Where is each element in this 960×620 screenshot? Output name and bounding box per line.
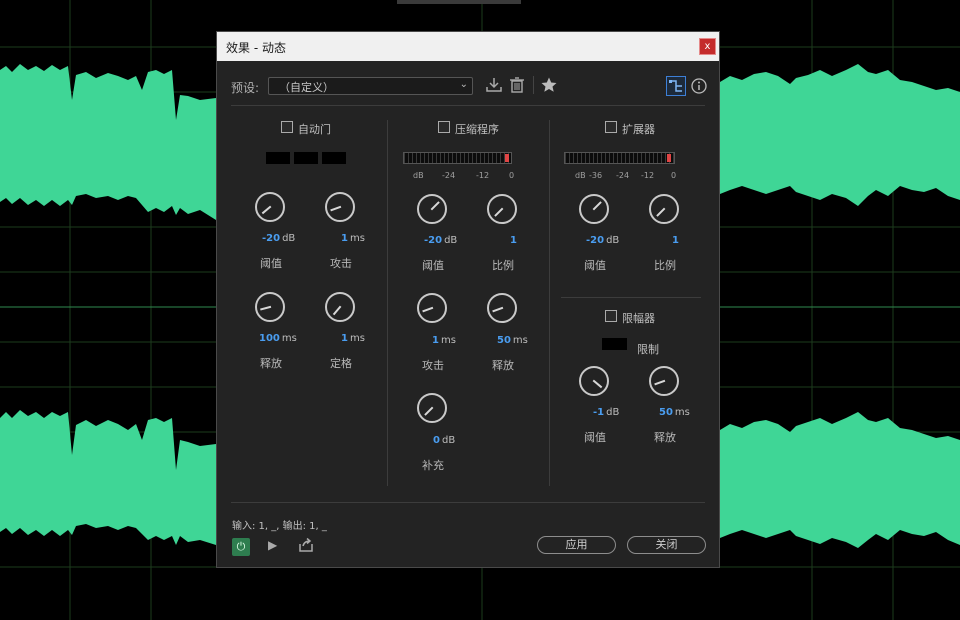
top-bar-stub (397, 0, 521, 4)
expander-level-meter (564, 152, 675, 164)
compressor-label: 压缩程序 (455, 123, 499, 136)
limiter-label: 限幅器 (622, 312, 655, 325)
compressor-attack-label: 攻击 (422, 359, 444, 372)
dialog-title: 效果 - 动态 (226, 41, 286, 55)
divider (549, 120, 550, 486)
autogate-attack-knob[interactable] (325, 192, 355, 222)
limiter-checkbox[interactable] (605, 310, 617, 322)
compressor-checkbox[interactable] (438, 121, 450, 133)
autogate-label: 自动门 (298, 123, 331, 136)
star-icon[interactable] (540, 76, 558, 94)
compressor-threshold-knob[interactable] (417, 194, 447, 224)
limiter-threshold-value[interactable]: -1 dB (593, 407, 619, 418)
apply-button[interactable]: 应用 (537, 536, 616, 554)
meter-scale-label: -24 (442, 171, 456, 180)
autogate-attack-value[interactable]: 1 ms (341, 233, 365, 244)
limiter-release-label: 释放 (654, 431, 676, 444)
preset-select[interactable]: （自定义） ⌄ (268, 77, 473, 95)
expander-ratio-knob[interactable] (649, 194, 679, 224)
compressor-makeup-knob[interactable] (417, 393, 447, 423)
play-icon[interactable]: ▶ (268, 538, 277, 552)
autogate-attack-label: 攻击 (330, 257, 352, 270)
expander-threshold-value[interactable]: -20 dB (586, 235, 619, 246)
limit-label: 限制 (637, 343, 659, 356)
meter-scale-label: dB (575, 171, 586, 180)
close-button[interactable]: 关闭 (627, 536, 706, 554)
effects-dynamics-dialog: 效果 - 动态 x 预设: （自定义） ⌄ 自动门 -20 dB 阈值 1 ms… (216, 31, 720, 568)
save-preset-icon[interactable] (485, 76, 503, 94)
meter-scale-label: -36 (589, 171, 603, 180)
compressor-ratio-value[interactable]: 1 (510, 235, 519, 246)
autogate-release-knob[interactable] (255, 292, 285, 322)
autogate-indicator (266, 152, 290, 164)
autogate-checkbox[interactable] (281, 121, 293, 133)
meter-scale-label: -24 (616, 171, 630, 180)
divider (231, 502, 705, 503)
autogate-threshold-knob[interactable] (255, 192, 285, 222)
expander-threshold-knob[interactable] (579, 194, 609, 224)
autogate-indicator (294, 152, 318, 164)
autogate-threshold-value[interactable]: -20 dB (262, 233, 295, 244)
autogate-hold-label: 定格 (330, 357, 352, 370)
limiter-release-knob[interactable] (649, 366, 679, 396)
expander-threshold-label: 阈值 (584, 259, 606, 272)
title-bar[interactable]: 效果 - 动态 x (217, 32, 719, 61)
preset-value: （自定义） (279, 81, 334, 94)
expander-ratio-value[interactable]: 1 (672, 235, 681, 246)
info-icon[interactable] (690, 77, 708, 95)
chevron-down-icon: ⌄ (459, 79, 468, 90)
meter-scale-label: -12 (476, 171, 490, 180)
autogate-hold-knob[interactable] (325, 292, 355, 322)
autogate-indicator (322, 152, 346, 164)
divider (561, 297, 701, 298)
limiter-release-value[interactable]: 50 ms (659, 407, 690, 418)
compressor-ratio-knob[interactable] (487, 194, 517, 224)
meter-scale-label: dB (413, 171, 424, 180)
meter-scale-label: 0 (509, 171, 515, 180)
delete-preset-icon[interactable] (508, 76, 526, 94)
power-icon[interactable]: ⏻ (232, 538, 250, 556)
meter-scale-label: 0 (671, 171, 677, 180)
autogate-hold-value[interactable]: 1 ms (341, 333, 365, 344)
routing-icon[interactable] (666, 76, 686, 96)
compressor-makeup-value[interactable]: 0 dB (433, 435, 455, 446)
close-icon[interactable]: x (699, 38, 716, 55)
limiter-threshold-label: 阈值 (584, 431, 606, 444)
expander-label: 扩展器 (622, 123, 655, 136)
expander-checkbox[interactable] (605, 121, 617, 133)
compressor-attack-knob[interactable] (417, 293, 447, 323)
compressor-release-knob[interactable] (487, 293, 517, 323)
compressor-attack-value[interactable]: 1 ms (432, 335, 456, 346)
compressor-makeup-label: 补充 (422, 459, 444, 472)
autogate-release-label: 释放 (260, 357, 282, 370)
preset-label: 预设: (231, 81, 260, 95)
autogate-threshold-label: 阈值 (260, 257, 282, 270)
divider (231, 105, 705, 106)
expander-ratio-label: 比例 (654, 259, 676, 272)
compressor-ratio-label: 比例 (492, 259, 514, 272)
autogate-release-value[interactable]: 100 ms (259, 333, 297, 344)
compressor-release-label: 释放 (492, 359, 514, 372)
export-icon[interactable] (298, 537, 314, 553)
compressor-level-meter (403, 152, 512, 164)
meter-scale-label: -12 (641, 171, 655, 180)
compressor-threshold-label: 阈值 (422, 259, 444, 272)
divider (387, 120, 388, 486)
compressor-threshold-value[interactable]: -20 dB (424, 235, 457, 246)
toolbar-divider (533, 76, 534, 94)
limiter-threshold-knob[interactable] (579, 366, 609, 396)
io-channels-text: 输入: 1, _, 输出: 1, _ (232, 521, 327, 532)
limiter-indicator (602, 338, 627, 350)
compressor-release-value[interactable]: 50 ms (497, 335, 528, 346)
